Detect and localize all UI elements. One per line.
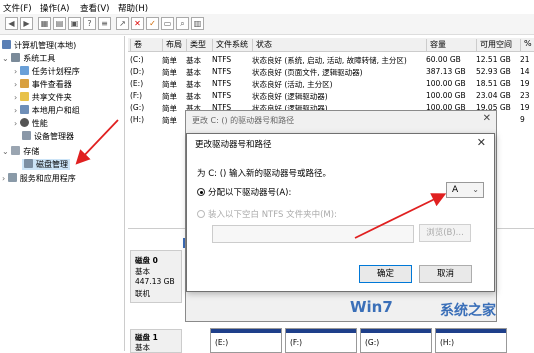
- arrow-to-disk-management: [75, 119, 119, 165]
- annotation-arrows: [75, 119, 447, 239]
- watermark-site: 系统之家: [440, 303, 496, 319]
- watermark-win7: Win7: [350, 298, 393, 316]
- arrow-to-drive-letter: [354, 193, 447, 239]
